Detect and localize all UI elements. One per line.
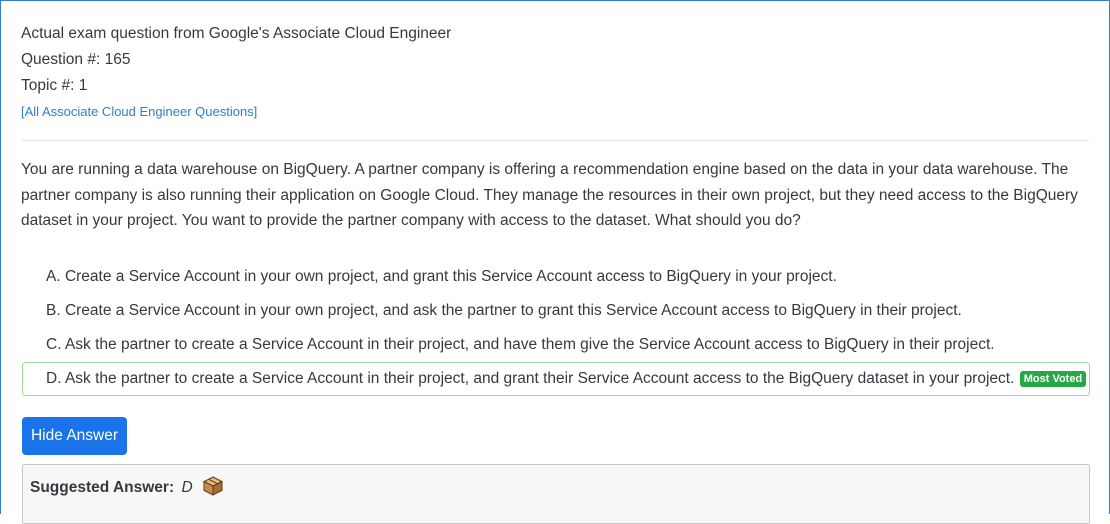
question-number: Question #: 165: [21, 51, 131, 68]
choice-d[interactable]: D. Ask the partner to create a Service A…: [22, 362, 1090, 396]
all-questions-link[interactable]: [All Associate Cloud Engineer Questions]: [21, 99, 451, 125]
suggested-answer-box: Suggested Answer: D: [22, 464, 1090, 524]
suggested-answer-value: D: [181, 479, 193, 496]
choices-list: A. Create a Service Account in your own …: [22, 260, 1090, 396]
package-icon: [202, 476, 224, 502]
suggested-answer-line: Suggested Answer: D: [30, 476, 224, 502]
topic-number: Topic #: 1: [21, 77, 88, 94]
exam-title: Actual exam question from Google's Assoc…: [21, 25, 452, 42]
choice-b[interactable]: B. Create a Service Account in your own …: [22, 294, 1090, 328]
choice-c[interactable]: C. Ask the partner to create a Service A…: [22, 328, 1090, 362]
divider: [21, 140, 1089, 141]
question-header: Actual exam question from Google's Assoc…: [21, 21, 451, 125]
suggested-answer-label: Suggested Answer:: [30, 479, 175, 496]
question-card: Actual exam question from Google's Assoc…: [0, 0, 1110, 524]
choice-text: D. Ask the partner to create a Service A…: [46, 370, 1015, 387]
choice-text: A. Create a Service Account in your own …: [46, 268, 837, 285]
most-voted-badge: Most Voted: [1019, 371, 1087, 387]
choice-a[interactable]: A. Create a Service Account in your own …: [22, 260, 1090, 294]
question-text: You are running a data warehouse on BigQ…: [21, 161, 1078, 229]
choice-text: C. Ask the partner to create a Service A…: [46, 336, 995, 353]
hide-answer-button[interactable]: Hide Answer: [22, 417, 127, 455]
choice-text: B. Create a Service Account in your own …: [46, 302, 962, 319]
